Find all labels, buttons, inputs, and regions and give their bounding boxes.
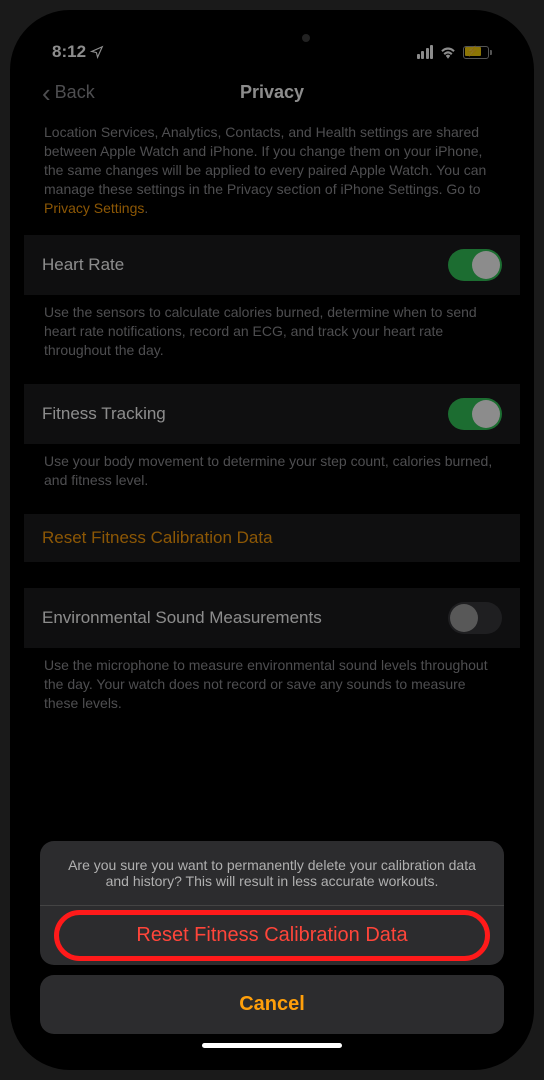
- nav-bar: ‹ Back Privacy: [24, 72, 520, 119]
- heart-rate-label: Heart Rate: [42, 255, 124, 275]
- env-sound-label: Environmental Sound Measurements: [42, 608, 322, 628]
- cancel-button[interactable]: Cancel: [40, 975, 504, 1034]
- env-sound-row: Environmental Sound Measurements: [24, 588, 520, 648]
- signal-icon: [417, 45, 434, 59]
- action-sheet: Are you sure you want to permanently del…: [40, 841, 504, 1034]
- privacy-settings-link[interactable]: Privacy Settings: [44, 200, 144, 216]
- heart-rate-toggle[interactable]: [448, 249, 502, 281]
- reset-calibration-row[interactable]: Reset Fitness Calibration Data: [24, 514, 520, 562]
- back-button[interactable]: ‹ Back: [42, 80, 95, 106]
- fitness-tracking-row: Fitness Tracking: [24, 384, 520, 444]
- heart-rate-desc: Use the sensors to calculate calories bu…: [42, 295, 502, 384]
- fitness-tracking-desc: Use your body movement to determine your…: [42, 444, 502, 514]
- reset-calibration-confirm-button[interactable]: Reset Fitness Calibration Data: [40, 906, 504, 965]
- reset-calibration-label: Reset Fitness Calibration Data: [42, 528, 273, 548]
- env-sound-toggle[interactable]: [448, 602, 502, 634]
- status-time: 8:12: [52, 42, 86, 62]
- phone-frame: 8:12 ⚡ ‹ Back Privacy Location Services,: [10, 10, 534, 1070]
- sheet-message: Are you sure you want to permanently del…: [40, 841, 504, 906]
- home-indicator[interactable]: [202, 1043, 342, 1048]
- screen: 8:12 ⚡ ‹ Back Privacy Location Services,: [24, 24, 520, 1056]
- chevron-left-icon: ‹: [42, 80, 51, 106]
- battery-icon: ⚡: [463, 46, 492, 59]
- fitness-tracking-label: Fitness Tracking: [42, 404, 166, 424]
- wifi-icon: [439, 45, 457, 59]
- content[interactable]: Location Services, Analytics, Contacts, …: [24, 119, 520, 737]
- env-sound-desc: Use the microphone to measure environmen…: [42, 648, 502, 737]
- location-arrow-icon: [90, 45, 104, 59]
- page-title: Privacy: [240, 82, 304, 103]
- privacy-description: Location Services, Analytics, Contacts, …: [42, 119, 502, 235]
- notch: [182, 24, 362, 52]
- heart-rate-row: Heart Rate: [24, 235, 520, 295]
- back-label: Back: [55, 82, 95, 103]
- fitness-tracking-toggle[interactable]: [448, 398, 502, 430]
